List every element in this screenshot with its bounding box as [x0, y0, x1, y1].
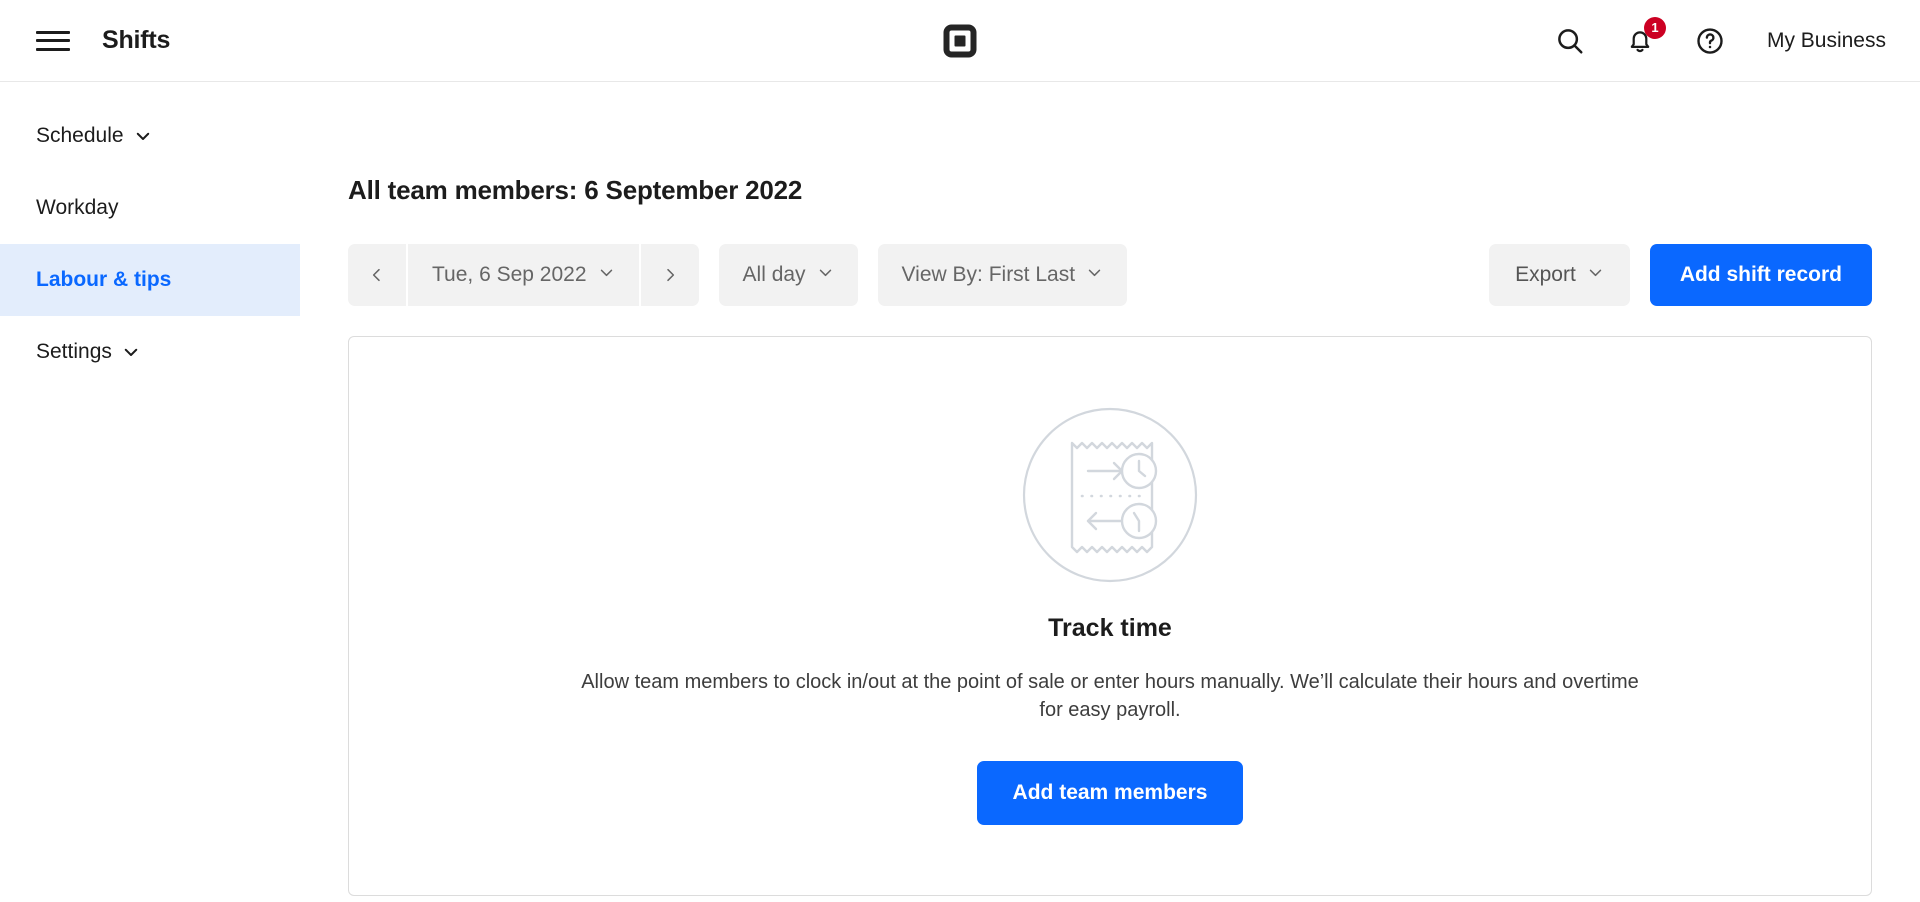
export-button-label: Export: [1515, 263, 1576, 286]
sidebar-item-schedule[interactable]: Schedule: [0, 100, 300, 172]
sidebar-item-workday[interactable]: Workday: [0, 172, 300, 244]
chevron-down-icon: [122, 343, 140, 361]
main-content: All team members: 6 September 2022 Tue, …: [300, 82, 1920, 902]
notification-badge: 1: [1643, 16, 1666, 39]
hamburger-line: [36, 47, 70, 51]
add-team-members-button[interactable]: Add team members: [976, 760, 1244, 825]
business-name[interactable]: My Business: [1767, 29, 1886, 53]
page-body: Schedule Workday Labour & tips Settings …: [0, 82, 1920, 902]
sidebar: Schedule Workday Labour & tips Settings: [0, 82, 300, 902]
hamburger-line: [36, 30, 70, 34]
date-selector[interactable]: Tue, 6 Sep 2022: [406, 244, 641, 306]
next-day-button[interactable]: [641, 244, 699, 306]
header-actions: 1 My Business: [1553, 16, 1886, 58]
export-button[interactable]: Export: [1489, 244, 1630, 306]
sidebar-item-settings[interactable]: Settings: [0, 316, 300, 388]
hamburger-menu-icon[interactable]: [36, 28, 70, 54]
chevron-down-icon: [598, 263, 615, 287]
sidebar-item-label: Workday: [36, 196, 119, 219]
square-logo: [943, 24, 977, 57]
date-navigator: Tue, 6 Sep 2022: [348, 244, 699, 306]
chevron-down-icon: [134, 127, 152, 145]
sidebar-item-label: Labour & tips: [36, 268, 172, 291]
empty-state-title: Track time: [1048, 614, 1172, 643]
receipt-clock-in-out-illustration: [1022, 407, 1198, 588]
sidebar-item-labour-and-tips[interactable]: Labour & tips: [0, 244, 300, 316]
sidebar-item-label: Settings: [36, 340, 112, 363]
sidebar-item-label: Schedule: [36, 124, 124, 147]
empty-state-description: Allow team members to clock in/out at th…: [581, 671, 1639, 721]
app-header: Shifts 1 My Business: [0, 0, 1920, 82]
chevron-down-icon: [1587, 263, 1604, 287]
app-title: Shifts: [102, 26, 171, 54]
chevron-down-icon: [1086, 263, 1103, 287]
hamburger-line: [36, 39, 70, 42]
previous-day-button[interactable]: [348, 244, 406, 306]
help-circle-icon[interactable]: [1693, 24, 1727, 58]
page-title: All team members: 6 September 2022: [348, 175, 803, 205]
toolbar: Tue, 6 Sep 2022 All day View By: First L…: [348, 244, 1872, 306]
all-day-filter-label: All day: [742, 263, 806, 286]
view-by-filter[interactable]: View By: First Last: [877, 244, 1128, 306]
all-day-filter[interactable]: All day: [718, 244, 858, 306]
date-value: Tue, 6 Sep 2022: [432, 263, 587, 286]
chevron-down-icon: [817, 263, 834, 287]
empty-state-card: Track time Allow team members to clock i…: [348, 336, 1872, 896]
search-icon[interactable]: [1553, 24, 1587, 58]
add-shift-record-button[interactable]: Add shift record: [1649, 244, 1872, 306]
bell-icon[interactable]: 1: [1623, 16, 1666, 58]
square-logo-inner: [954, 35, 966, 46]
view-by-filter-label: View By: First Last: [901, 263, 1076, 286]
